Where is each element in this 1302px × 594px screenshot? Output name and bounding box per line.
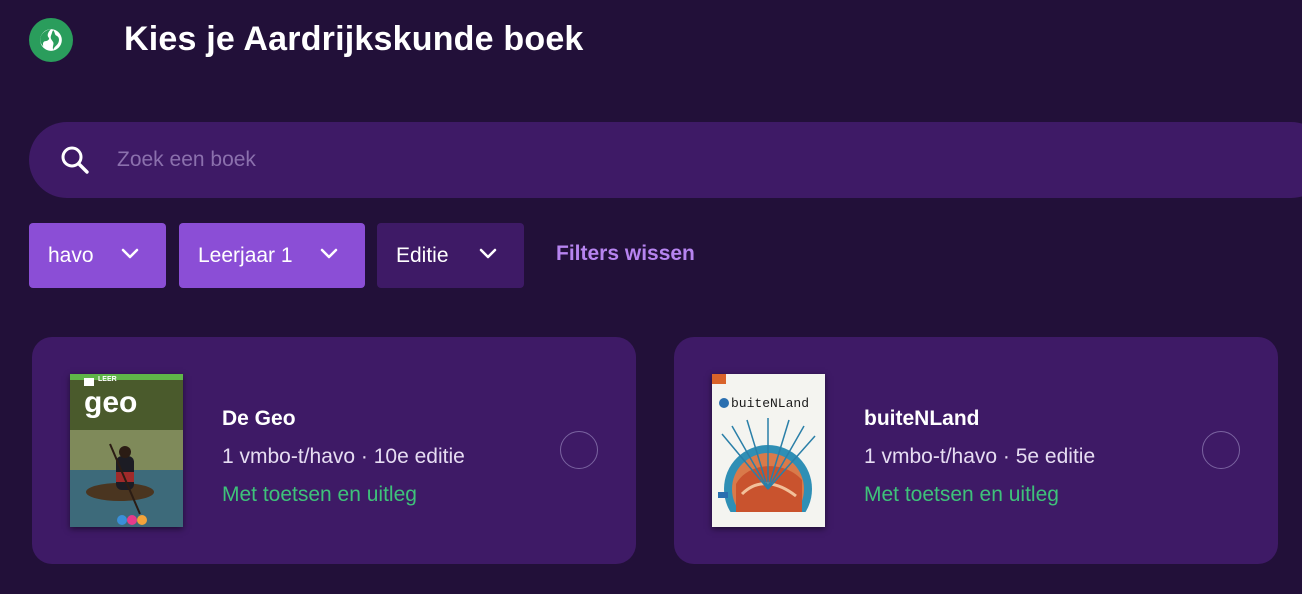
filter-year[interactable]: Leerjaar 1 [179, 223, 365, 288]
book-meta: 1 vmbo-t/havo · 5e editie [864, 445, 1096, 468]
book-card-de-geo[interactable]: LEER geo De Geo 1 vmbo-t/havo · 10e edit… [32, 337, 636, 564]
search-icon [61, 146, 89, 174]
book-cover: LEER geo [70, 374, 183, 527]
clear-filters-link[interactable]: Filters wissen [556, 242, 695, 266]
filter-label: Editie [396, 243, 449, 267]
book-title: buiteNLand [864, 407, 980, 430]
chevron-down-icon [479, 248, 497, 259]
book-title: De Geo [222, 407, 296, 430]
select-radio[interactable] [1202, 431, 1240, 469]
book-cover: buiteNLand [712, 374, 825, 527]
chevron-down-icon [121, 248, 139, 259]
page-title: Kies je Aardrijkskunde boek [124, 20, 584, 58]
book-card-buitenland[interactable]: buiteNLand buiteNLand 1 vmbo-t/havo · 5e… [674, 337, 1278, 564]
book-tag: Met toetsen en uitleg [222, 483, 417, 506]
chevron-down-icon [320, 248, 338, 259]
cover-title: buiteNLand [731, 396, 810, 411]
select-radio[interactable] [560, 431, 598, 469]
book-tag: Met toetsen en uitleg [864, 483, 1059, 506]
search-input[interactable] [117, 140, 1017, 180]
filter-level[interactable]: havo [29, 223, 166, 288]
filter-label: havo [48, 243, 94, 267]
header: Kies je Aardrijkskunde boek [0, 0, 1302, 82]
cover-badge: LEER [98, 376, 117, 383]
filter-edition[interactable]: Editie [377, 223, 524, 288]
filter-label: Leerjaar 1 [198, 243, 293, 267]
search-bar[interactable] [29, 122, 1302, 198]
globe-icon [29, 18, 73, 62]
book-meta: 1 vmbo-t/havo · 10e editie [222, 445, 465, 468]
cover-title: geo [84, 386, 138, 419]
